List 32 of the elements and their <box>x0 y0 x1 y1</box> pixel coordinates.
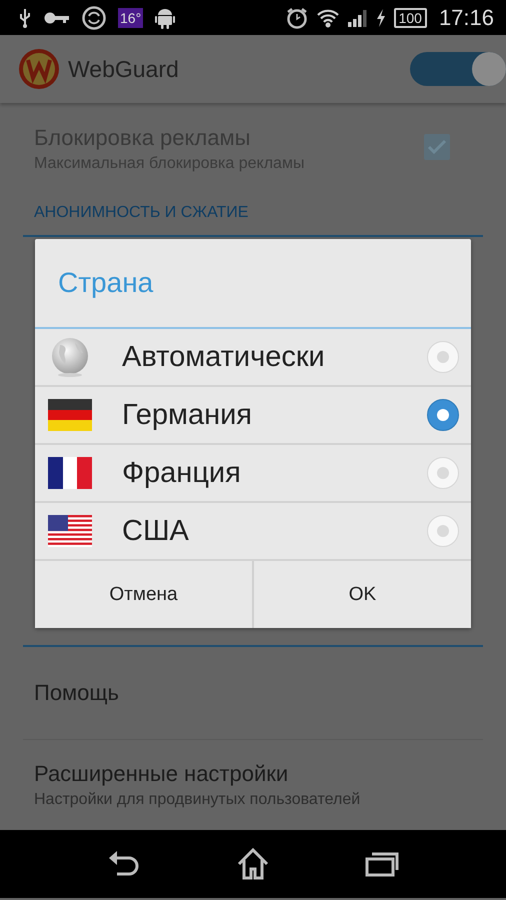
toggle-switch[interactable] <box>410 52 506 86</box>
country-option[interactable]: Франция <box>35 445 471 503</box>
section-header: АНОНИМНОСТЬ И СЖАТИЕ <box>34 204 248 222</box>
dialog-button[interactable]: OK <box>252 561 471 628</box>
alarm-icon <box>286 6 308 28</box>
home-icon[interactable] <box>236 848 270 880</box>
country-option[interactable]: Германия <box>35 387 471 445</box>
flag-icon <box>48 457 92 489</box>
flag-icon <box>48 399 92 431</box>
sync-icon <box>82 6 106 30</box>
option-label: Франция <box>122 456 242 490</box>
wifi-icon <box>316 8 340 28</box>
android-icon <box>155 6 176 28</box>
dialog-button[interactable]: Отмена <box>35 561 252 628</box>
flag-icon <box>48 515 92 547</box>
option-label: Автоматически <box>122 340 326 374</box>
country-option[interactable]: Автоматически <box>35 329 471 387</box>
app-logo-icon <box>18 48 60 90</box>
option-label: США <box>122 514 190 548</box>
recent-apps-icon[interactable] <box>364 851 399 877</box>
temperature-badge: 16° <box>118 8 144 28</box>
signal-icon <box>348 8 368 26</box>
dialog-title: Страна <box>35 239 471 329</box>
app-title: WebGuard <box>68 56 180 82</box>
key-icon <box>44 10 70 24</box>
usb-icon <box>18 8 32 28</box>
clock-time: 17:16 <box>438 4 494 30</box>
charging-icon <box>376 8 386 26</box>
radio-button[interactable] <box>427 399 459 431</box>
battery-level: 100 <box>394 8 427 28</box>
option-label: Германия <box>122 398 254 432</box>
check-icon <box>427 138 447 154</box>
